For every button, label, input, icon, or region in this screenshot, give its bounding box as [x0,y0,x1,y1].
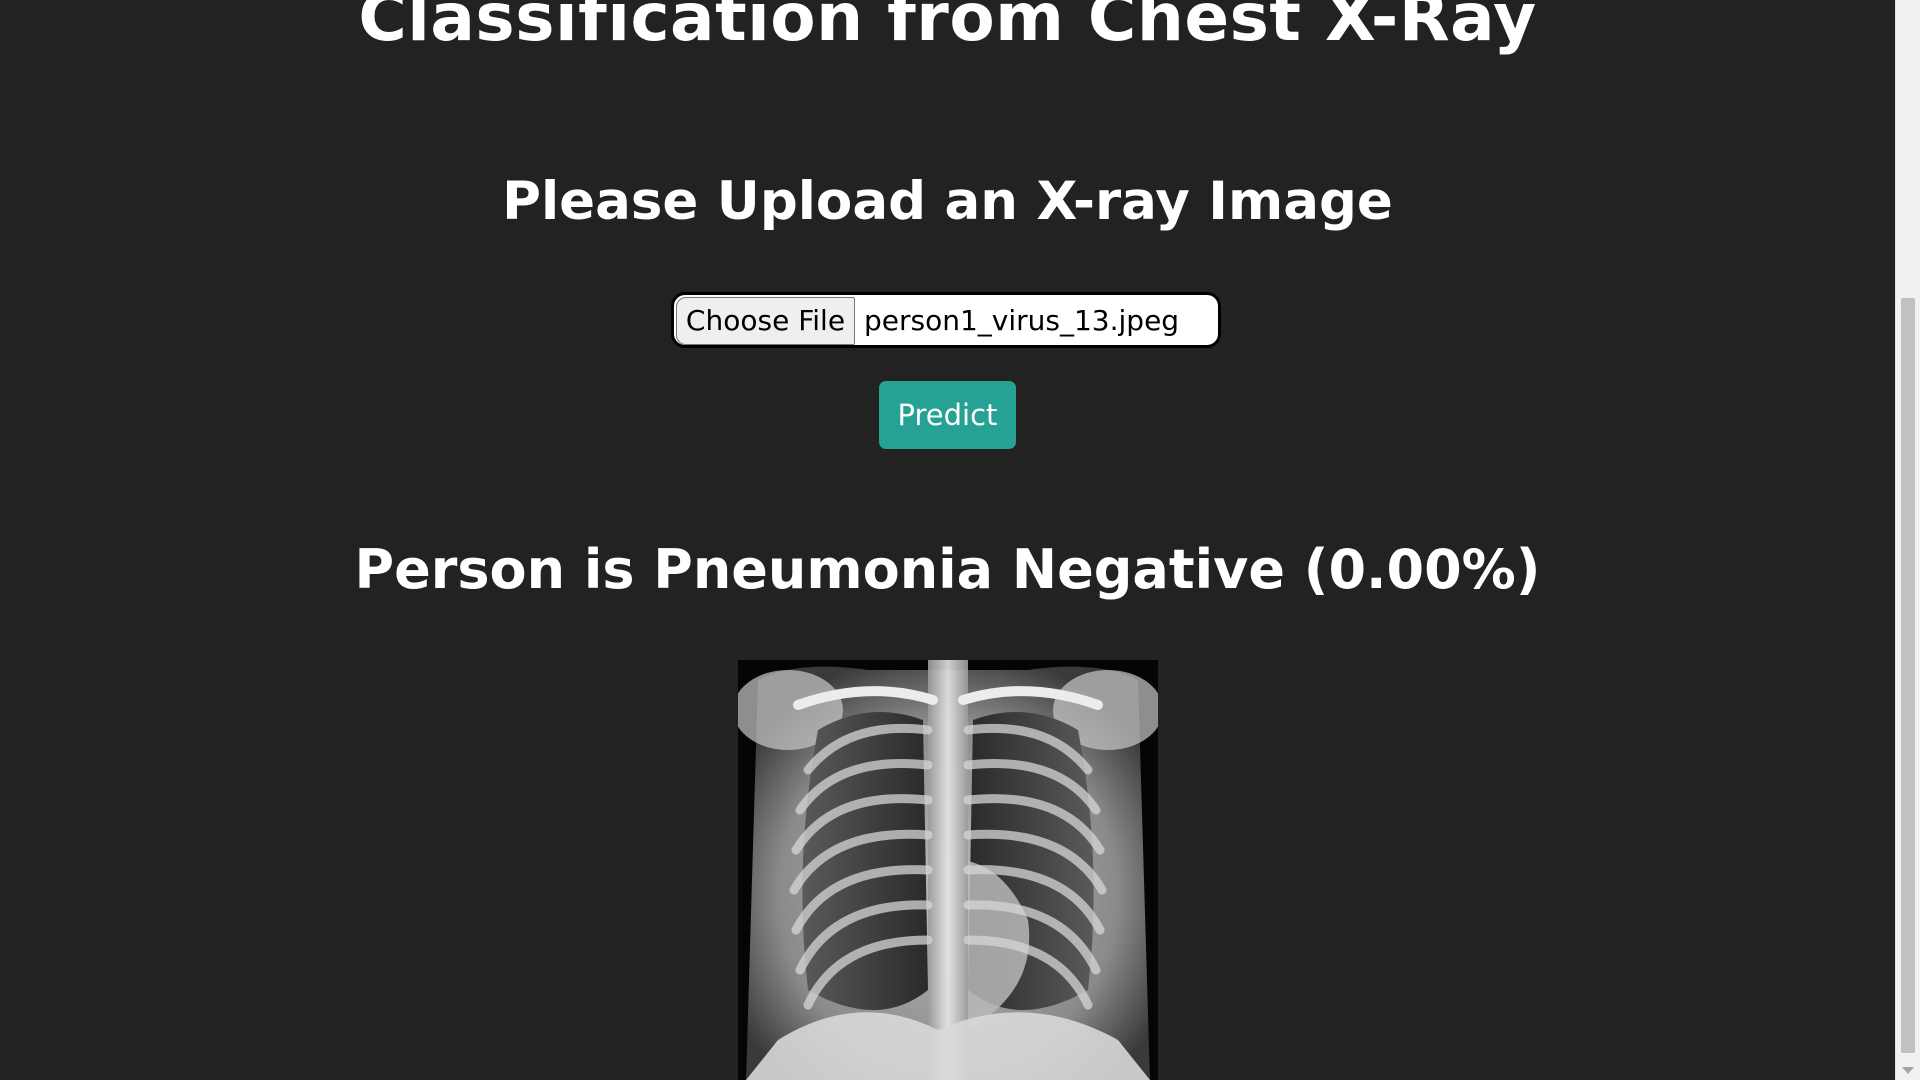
file-input[interactable]: Choose File person1_virus_13.jpeg [671,292,1221,348]
choose-file-button[interactable]: Choose File [676,297,855,345]
xray-image [738,660,1158,1080]
upload-heading: Please Upload an X-ray Image [502,171,1393,232]
selected-file-name: person1_virus_13.jpeg [864,304,1180,337]
predict-button[interactable]: Predict [879,381,1016,449]
page: Classification from Chest X-Ray Please U… [0,0,1895,1080]
page-title: Classification from Chest X-Ray [358,0,1537,56]
chevron-down-icon[interactable] [1902,1067,1914,1074]
prediction-result: Person is Pneumonia Negative (0.00%) [354,538,1541,601]
vertical-scrollbar[interactable] [1895,0,1920,1080]
chest-xray-picture [738,660,1158,1080]
scrollbar-thumb[interactable] [1901,298,1915,1053]
